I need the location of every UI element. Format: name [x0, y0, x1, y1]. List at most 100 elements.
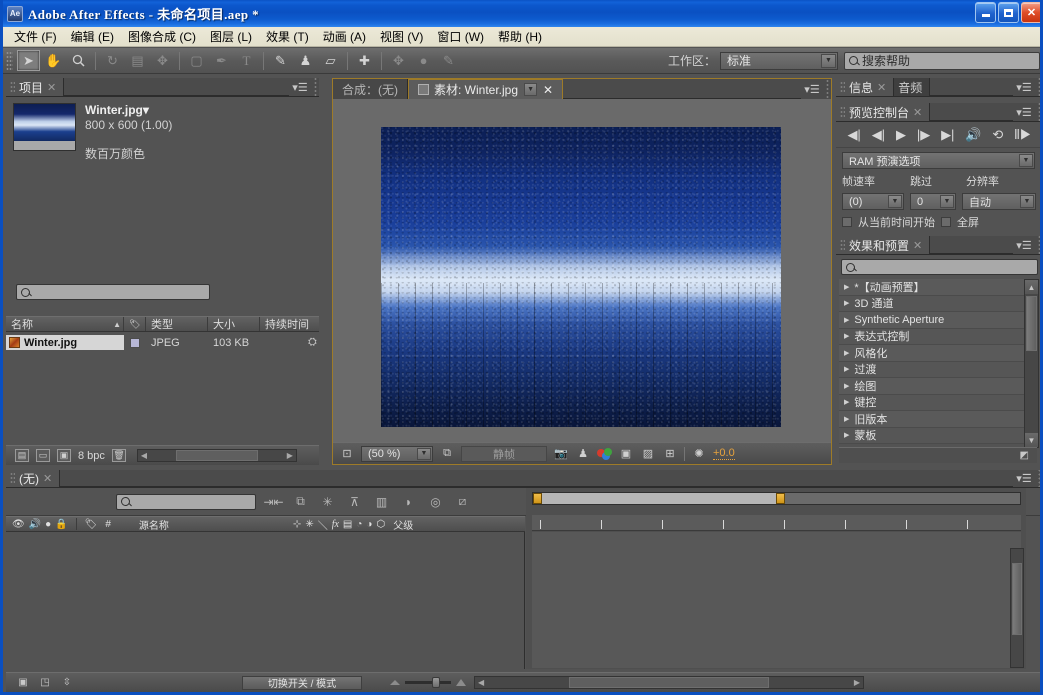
menu-effect[interactable]: 效果 (T): [259, 26, 316, 47]
tab-close-icon[interactable]: ✕: [43, 472, 52, 485]
tab-project[interactable]: 项目 ✕: [6, 78, 65, 96]
timeline-zoom-slider[interactable]: [390, 677, 466, 688]
project-panel-menu-icon[interactable]: ▾☰: [289, 78, 311, 96]
puppet-overlap-tool-icon[interactable]: ✥: [387, 50, 410, 71]
tab-composition[interactable]: 合成：(无): [333, 79, 408, 99]
from-current-time-checkbox[interactable]: [842, 217, 852, 227]
scroll-down-icon[interactable]: ▼: [1025, 433, 1038, 447]
scroll-thumb[interactable]: [569, 677, 769, 688]
scroll-left-icon[interactable]: ◀: [138, 451, 147, 460]
ram-preview-button[interactable]: ⦀▶: [1014, 127, 1031, 143]
menu-window[interactable]: 窗口 (W): [430, 26, 491, 47]
menu-file[interactable]: 文件 (F): [7, 26, 64, 47]
effects-panel-menu-icon[interactable]: ▾☰: [1013, 236, 1035, 254]
scroll-thumb[interactable]: [1026, 296, 1037, 351]
viewer-panel-grip-icon[interactable]: [823, 79, 831, 99]
show-snapshot-icon[interactable]: ♟: [575, 446, 591, 461]
previous-frame-button[interactable]: ◀|: [872, 127, 885, 143]
workspace-select[interactable]: 标准 ▼: [720, 51, 838, 70]
disclosure-triangle-icon[interactable]: ▶: [844, 332, 849, 340]
toggle-switches-icon[interactable]: ▣: [16, 676, 30, 689]
composition-mini-flowchart-icon[interactable]: ⇥⇤: [263, 493, 283, 511]
source-name-column-label[interactable]: 源名称: [139, 517, 169, 532]
tab-close-icon[interactable]: ✕: [913, 106, 922, 119]
new-footage-icon[interactable]: ▣: [57, 449, 71, 462]
hand-tool-icon[interactable]: ✋: [42, 50, 65, 71]
list-item[interactable]: ▶ 旧版本: [839, 411, 1024, 428]
zoom-slider-knob[interactable]: [432, 677, 440, 688]
menu-animation[interactable]: 动画 (A): [316, 26, 373, 47]
first-frame-button[interactable]: ◀|: [847, 127, 860, 143]
scroll-thumb[interactable]: [1012, 563, 1022, 635]
switch-shy-icon[interactable]: ✳: [305, 519, 313, 530]
disclosure-triangle-icon[interactable]: ▶: [844, 349, 849, 357]
lock-icon[interactable]: [418, 84, 429, 95]
next-frame-button[interactable]: |▶: [917, 127, 930, 143]
work-area-start-handle[interactable]: [533, 493, 542, 504]
toolbar-grip-icon[interactable]: [6, 50, 13, 71]
brush-tool-icon[interactable]: ✎: [269, 50, 292, 71]
new-animation-preset-icon[interactable]: ◩: [1020, 450, 1029, 461]
tab-audio[interactable]: 音频: [894, 78, 931, 96]
project-panel-grip-icon[interactable]: [311, 78, 319, 96]
tab-effects-presets[interactable]: 效果和预置 ✕: [836, 236, 931, 254]
ram-preview-options-select[interactable]: RAM 预演选项 ▼: [842, 152, 1035, 169]
menu-help[interactable]: 帮助 (H): [491, 26, 549, 47]
exposure-icon[interactable]: ✺: [691, 446, 707, 461]
work-area-bar[interactable]: [532, 492, 1021, 505]
zoom-tool-icon[interactable]: [67, 50, 90, 71]
list-item[interactable]: ▶ 表达式控制: [839, 328, 1024, 345]
effects-panel-grip-icon[interactable]: [1035, 236, 1040, 254]
switch-anchor-icon[interactable]: ⊹: [293, 519, 301, 530]
channel-rgb-icon[interactable]: [597, 447, 612, 460]
graph-editor-icon[interactable]: ◗: [399, 493, 418, 511]
help-search-field[interactable]: 搜索帮助: [844, 51, 1040, 70]
new-comp-icon[interactable]: ▤: [15, 449, 29, 462]
scroll-left-icon[interactable]: ◀: [475, 678, 484, 687]
column-size[interactable]: 大小: [208, 317, 260, 331]
bit-depth-label[interactable]: 8 bpc: [78, 450, 105, 462]
motion-blur-icon[interactable]: ▥: [372, 493, 391, 511]
timeline-track-area[interactable]: [532, 532, 1021, 668]
comp-flowchart-icon[interactable]: ⧉: [439, 446, 455, 461]
table-row[interactable]: Winter.jpg JPEG 103 KB ⛭: [6, 334, 319, 351]
puppet-pin-tool-icon[interactable]: ✚: [353, 50, 376, 71]
tab-close-icon[interactable]: ✕: [47, 81, 56, 94]
switch-frame-blend-icon[interactable]: ▤: [343, 519, 352, 530]
play-button[interactable]: ▶: [896, 127, 906, 143]
row-name-cell[interactable]: Winter.jpg: [6, 335, 124, 350]
puppet-extra-tool-icon[interactable]: ✎: [437, 50, 460, 71]
scroll-thumb[interactable]: [175, 450, 258, 461]
timeline-layer-area[interactable]: [6, 532, 525, 669]
list-item[interactable]: ▶ 过渡: [839, 361, 1024, 378]
work-area-end-handle[interactable]: [776, 493, 785, 504]
label-column-icon[interactable]: 🏷: [85, 519, 98, 530]
disclosure-triangle-icon[interactable]: ▶: [844, 382, 849, 390]
minimize-button[interactable]: [975, 2, 996, 23]
timeline-search-input[interactable]: [116, 493, 256, 510]
audio-button[interactable]: 🔊: [965, 127, 981, 143]
switch-collapse-icon[interactable]: ＼: [318, 517, 328, 532]
switch-adjustment-icon[interactable]: ◑: [366, 519, 372, 530]
preview-panel-grip-icon[interactable]: [1035, 103, 1040, 121]
effects-vertical-scrollbar[interactable]: ▲ ▼: [1024, 279, 1039, 448]
pan-behind-tool-icon[interactable]: ✥: [151, 50, 174, 71]
tab-close-icon[interactable]: ✕: [913, 239, 922, 252]
tab-close-icon[interactable]: ✕: [543, 83, 553, 97]
project-item-name[interactable]: Winter.jpg▾: [85, 103, 172, 118]
time-ruler[interactable]: [532, 515, 1021, 531]
column-label-swatch[interactable]: 🏷: [124, 317, 146, 331]
list-item[interactable]: ▶ Synthetic Aperture: [839, 312, 1024, 329]
viewer-panel-menu-icon[interactable]: ▾☰: [801, 79, 823, 99]
guides-icon[interactable]: ⊞: [662, 446, 678, 461]
disclosure-triangle-icon[interactable]: ▶: [844, 299, 849, 307]
resolution-select[interactable]: 自动 ▼: [962, 193, 1036, 210]
menu-view[interactable]: 视图 (V): [373, 26, 430, 47]
skip-select[interactable]: 0 ▼: [910, 193, 956, 210]
info-panel-grip-icon[interactable]: [1035, 78, 1040, 96]
menu-composition[interactable]: 图像合成 (C): [121, 26, 203, 47]
shape-tool-icon[interactable]: ▢: [185, 50, 208, 71]
delete-icon[interactable]: 🗑: [111, 449, 126, 462]
list-item[interactable]: ▶ 3D 通道: [839, 295, 1024, 312]
column-name[interactable]: 名称 ▲: [6, 317, 124, 331]
